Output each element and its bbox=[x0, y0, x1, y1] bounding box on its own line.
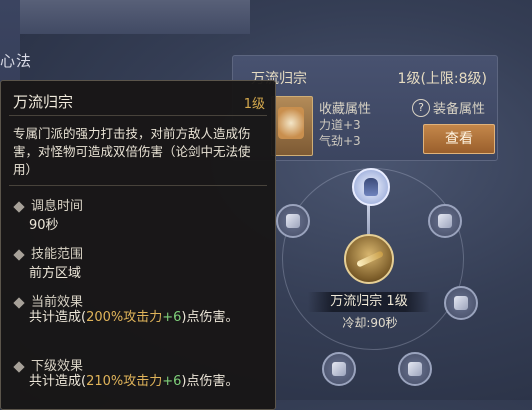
skill-level: 1级(上限:8级) bbox=[397, 71, 487, 87]
section-range: 技能范围 bbox=[13, 243, 84, 262]
skill-icon bbox=[332, 362, 346, 376]
skill-icon bbox=[286, 214, 300, 228]
cooldown-value: 90秒 bbox=[29, 218, 59, 233]
selected-skill-cooldown: 冷却:90秒 bbox=[342, 316, 398, 330]
palm-icon bbox=[364, 178, 378, 196]
skill-icon bbox=[408, 362, 422, 376]
divider bbox=[9, 115, 267, 116]
skill-node-palm[interactable] bbox=[352, 168, 390, 206]
left-panel-title: 心法 bbox=[0, 52, 33, 70]
section-label: 调息时间 bbox=[31, 199, 84, 214]
effect-bonus: +6 bbox=[162, 310, 182, 325]
diamond-bullet-icon bbox=[13, 360, 25, 373]
diamond-bullet-icon bbox=[13, 200, 25, 213]
skill-node-lower-left[interactable] bbox=[322, 352, 356, 386]
view-button[interactable]: 查看 bbox=[423, 124, 495, 154]
tooltip-level: 1级 bbox=[243, 97, 265, 112]
effect-bonus: +6 bbox=[162, 374, 182, 389]
diamond-bullet-icon bbox=[13, 248, 25, 261]
sword-icon bbox=[356, 250, 384, 268]
current-effect-text: 共计造成(200%攻击力+6)点伤害。 bbox=[29, 309, 269, 327]
equip-attributes-label: 装备属性 bbox=[433, 102, 486, 117]
range-value: 前方区域 bbox=[29, 266, 82, 281]
next-effect-text: 共计造成(210%攻击力+6)点伤害。 bbox=[29, 373, 269, 391]
effect-percent: 200%攻击力 bbox=[86, 310, 163, 325]
skill-node-upper-left[interactable] bbox=[276, 204, 310, 238]
effect-percent: 210%攻击力 bbox=[86, 374, 163, 389]
skill-icon bbox=[438, 214, 452, 228]
skill-node-right[interactable] bbox=[444, 286, 478, 320]
help-icon[interactable]: ? bbox=[412, 99, 430, 117]
section-current-effect: 当前效果 bbox=[13, 291, 84, 310]
skill-icon bbox=[454, 296, 468, 310]
section-label: 当前效果 bbox=[31, 295, 84, 310]
skill-node-upper-right[interactable] bbox=[428, 204, 462, 238]
effect-prefix: 共计造成( bbox=[29, 374, 87, 389]
section-next-effect: 下级效果 bbox=[13, 355, 84, 374]
section-cooldown: 调息时间 bbox=[13, 195, 84, 214]
divider bbox=[9, 185, 267, 186]
collection-attributes-title: 收藏属性 bbox=[319, 102, 372, 117]
section-label: 下级效果 bbox=[31, 359, 84, 374]
tooltip-title: 万流归宗 bbox=[13, 93, 74, 111]
effect-suffix: )点伤害。 bbox=[181, 310, 239, 325]
selected-skill-label: 万流归宗 1级 bbox=[308, 292, 430, 312]
scroll-icon bbox=[278, 107, 304, 139]
section-label: 技能范围 bbox=[31, 247, 84, 262]
effect-prefix: 共计造成( bbox=[29, 310, 87, 325]
selected-skill-node[interactable] bbox=[344, 234, 394, 284]
attribute-strength: 力道+3 bbox=[319, 118, 361, 132]
effect-suffix: )点伤害。 bbox=[181, 374, 239, 389]
diamond-bullet-icon bbox=[13, 296, 25, 309]
collection-item-slot[interactable] bbox=[271, 96, 313, 156]
skill-tooltip: 万流归宗 1级 专属门派的强力打击技，对前方敌人造成伤害，对怪物可造成双倍伤害（… bbox=[0, 80, 276, 410]
left-header-bar bbox=[0, 0, 250, 34]
tooltip-description: 专属门派的强力打击技，对前方敌人造成伤害，对怪物可造成双倍伤害（论剑中无法使用） bbox=[13, 126, 251, 177]
attribute-qi: 气劲+3 bbox=[319, 134, 361, 148]
skill-node-lower-right[interactable] bbox=[398, 352, 432, 386]
